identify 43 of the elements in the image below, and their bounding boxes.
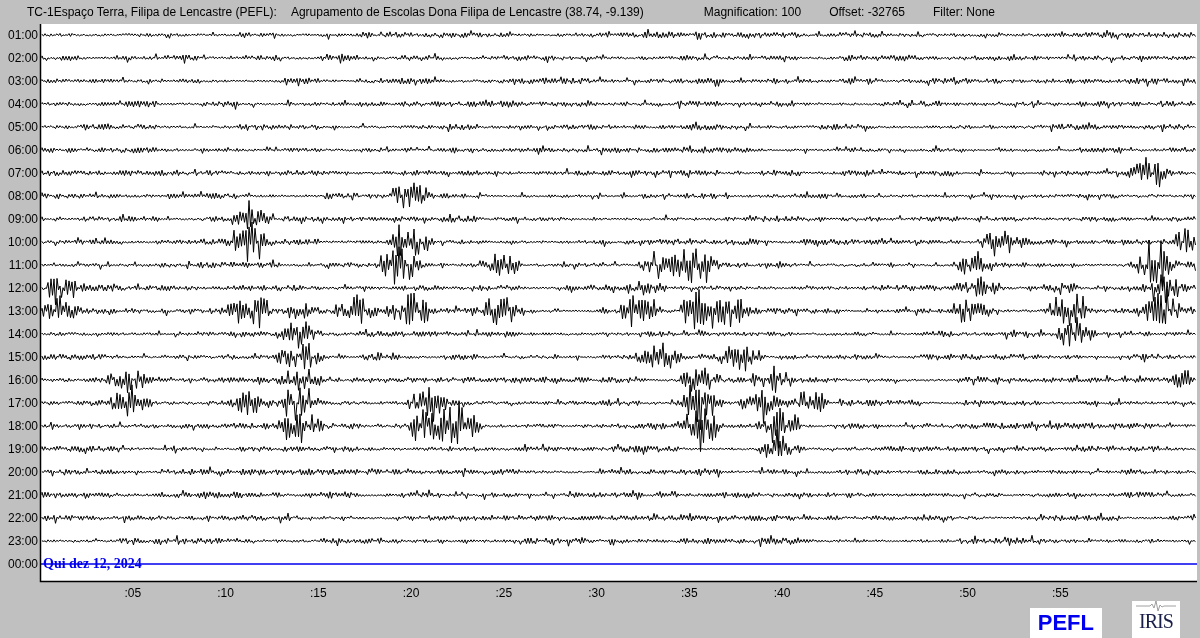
time-axis-tick: :55 bbox=[1051, 586, 1069, 600]
hour-label: 00:00 bbox=[7, 557, 38, 571]
hour-label: 15:00 bbox=[7, 350, 38, 364]
hour-label: 21:00 bbox=[7, 488, 38, 502]
hour-label: 07:00 bbox=[7, 166, 38, 180]
time-axis-tick: :45 bbox=[866, 586, 884, 600]
station-title: TC-1Espaço Terra, Filipa de Lencastre (PEFL): bbox=[27, 4, 277, 21]
time-axis-tick: :25 bbox=[495, 586, 513, 600]
hour-label: 01:00 bbox=[7, 28, 38, 42]
hour-label: 05:00 bbox=[7, 120, 38, 134]
magnification-text: Magnification: 100 bbox=[703, 4, 802, 21]
logo-text: IRIS bbox=[1139, 611, 1173, 631]
hour-label: 03:00 bbox=[7, 74, 38, 88]
hour-label: 19:00 bbox=[7, 442, 38, 456]
hour-label: 13:00 bbox=[7, 304, 38, 318]
hour-label: 22:00 bbox=[7, 511, 38, 525]
hour-label: 18:00 bbox=[7, 419, 38, 433]
hour-label: 10:00 bbox=[7, 235, 38, 249]
hour-label: 17:00 bbox=[7, 396, 38, 410]
waveform-icon bbox=[1136, 601, 1176, 611]
hour-label: 08:00 bbox=[7, 189, 38, 203]
hour-label: 14:00 bbox=[7, 327, 38, 341]
time-axis-tick: :35 bbox=[680, 586, 698, 600]
hour-label: 04:00 bbox=[7, 97, 38, 111]
hour-label: 11:00 bbox=[8, 258, 38, 272]
hour-label: 02:00 bbox=[7, 51, 38, 65]
time-axis-tick: :50 bbox=[959, 586, 976, 600]
station-code-label: PEFL bbox=[1029, 607, 1102, 638]
time-axis-tick: :15 bbox=[309, 586, 327, 600]
hour-label: 09:00 bbox=[7, 212, 38, 226]
time-axis-tick: :30 bbox=[588, 586, 605, 600]
hour-label: 20:00 bbox=[7, 465, 38, 479]
time-axis-tick: :20 bbox=[402, 586, 420, 600]
location-text: Agrupamento de Escolas Dona Filipa de Lencastre (38.74, -9.139) bbox=[290, 4, 644, 21]
hour-label: 16:00 bbox=[7, 373, 38, 387]
hour-label: 06:00 bbox=[7, 143, 38, 157]
time-axis-tick: :40 bbox=[773, 586, 791, 600]
offset-text: Offset: -32765 bbox=[829, 4, 905, 21]
hour-label: 23:00 bbox=[7, 534, 38, 548]
filter-text: Filter: None bbox=[933, 4, 996, 21]
hour-label: 12:00 bbox=[7, 281, 38, 295]
time-axis-tick: :10 bbox=[217, 586, 234, 600]
time-axis-tick: :05 bbox=[124, 586, 142, 600]
